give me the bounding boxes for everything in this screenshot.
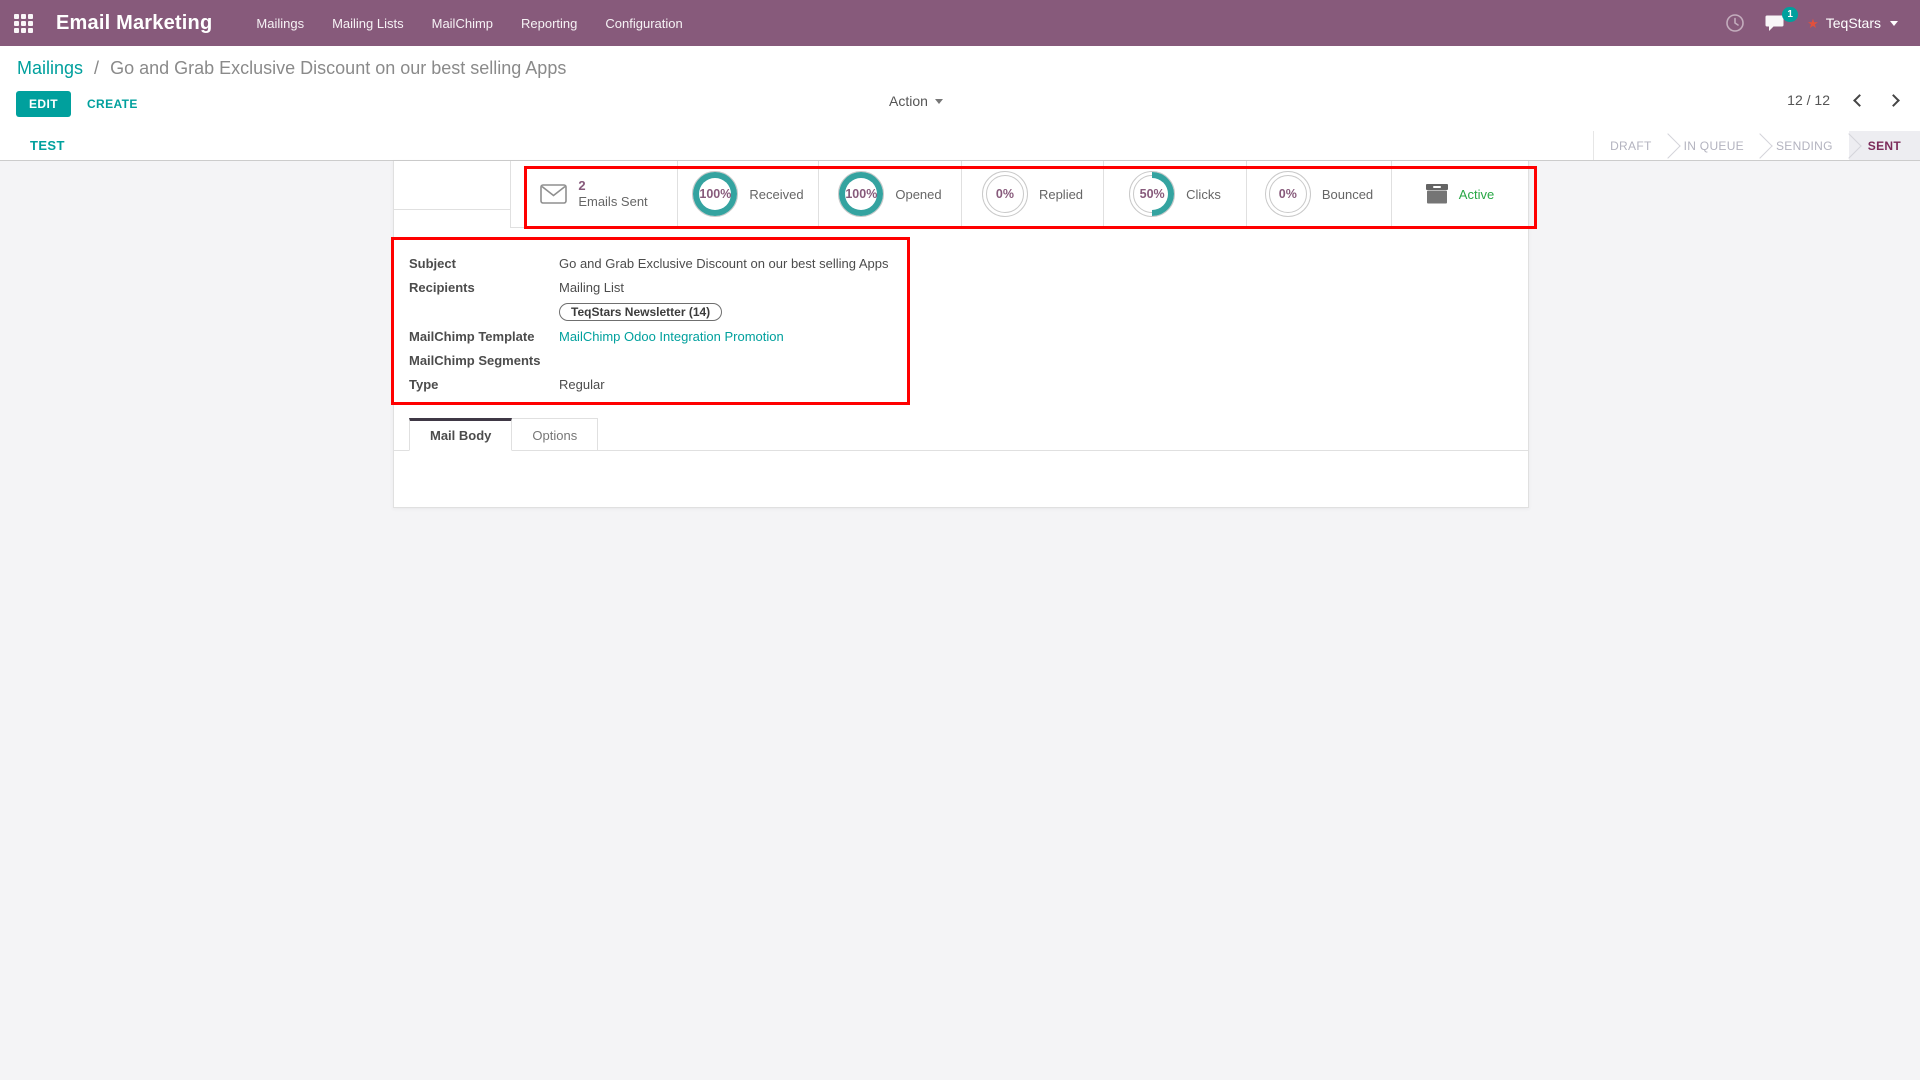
clicks-percent: 50% bbox=[1129, 171, 1175, 217]
field-row-recipients: Recipients Mailing List bbox=[409, 275, 1109, 299]
bounced-percent: 0% bbox=[1265, 171, 1311, 217]
user-menu[interactable]: ★ TeqStars bbox=[1807, 15, 1898, 31]
pager-previous-icon[interactable] bbox=[1853, 94, 1866, 107]
control-panel: Mailings / Go and Grab Exclusive Discoun… bbox=[0, 46, 1920, 131]
edit-button[interactable]: EDIT bbox=[16, 91, 71, 117]
messages-icon[interactable]: 1 bbox=[1765, 14, 1787, 33]
subject-value: Go and Grab Exclusive Discount on our be… bbox=[559, 256, 889, 271]
opened-label: Opened bbox=[895, 187, 941, 202]
tab-mail-body[interactable]: Mail Body bbox=[409, 418, 512, 451]
envelope-icon bbox=[540, 184, 567, 204]
recipients-label: Recipients bbox=[409, 280, 559, 295]
action-dropdown[interactable]: Action bbox=[889, 93, 943, 109]
active-label: Active bbox=[1459, 187, 1494, 202]
menu-item-configuration[interactable]: Configuration bbox=[591, 0, 696, 46]
app-title[interactable]: Email Marketing bbox=[56, 12, 212, 35]
activities-clock-icon[interactable] bbox=[1725, 13, 1745, 33]
stat-opened-button[interactable]: 100% Opened bbox=[818, 161, 961, 227]
mailing-list-tag: TeqStars Newsletter (14) bbox=[559, 303, 722, 321]
field-row-mailchimp-template: MailChimp Template MailChimp Odoo Integr… bbox=[409, 324, 1109, 348]
form-sheet: 2 Emails Sent 100% Received 100% Opened bbox=[393, 161, 1529, 508]
breadcrumb-current: Go and Grab Exclusive Discount on our be… bbox=[110, 58, 566, 78]
message-count-badge: 1 bbox=[1782, 7, 1798, 22]
received-percent: 100% bbox=[692, 171, 738, 217]
pager: 12 / 12 bbox=[1787, 92, 1898, 108]
replied-label: Replied bbox=[1039, 187, 1083, 202]
emails-sent-value: 2 bbox=[578, 178, 647, 194]
type-value: Regular bbox=[559, 377, 605, 392]
pager-value: 12 / 12 bbox=[1787, 92, 1830, 108]
action-label: Action bbox=[889, 93, 928, 109]
recipients-value: Mailing List bbox=[559, 280, 624, 295]
replied-percent: 0% bbox=[982, 171, 1028, 217]
stat-clicks-button[interactable]: 50% Clicks bbox=[1103, 161, 1246, 227]
control-buttons-row: EDIT CREATE Action 12 / 12 bbox=[0, 87, 1920, 127]
stat-emails-sent-button[interactable]: 2 Emails Sent bbox=[510, 161, 677, 227]
bounced-label: Bounced bbox=[1322, 187, 1373, 202]
received-label: Received bbox=[749, 187, 803, 202]
stat-bounced-button[interactable]: 0% Bounced bbox=[1246, 161, 1391, 227]
type-label: Type bbox=[409, 377, 559, 392]
received-progress-ring: 100% bbox=[692, 171, 738, 217]
field-row-subject: Subject Go and Grab Exclusive Discount o… bbox=[409, 251, 1109, 275]
mailchimp-template-label: MailChimp Template bbox=[409, 329, 559, 344]
statusbar: TEST DRAFT IN QUEUE SENDING SENT bbox=[0, 131, 1920, 161]
mailchimp-segments-label: MailChimp Segments bbox=[409, 353, 559, 368]
apps-menu-button[interactable] bbox=[0, 0, 46, 46]
field-row-mailing-list-tag: TeqStars Newsletter (14) bbox=[409, 299, 1109, 324]
bounced-progress-ring: 0% bbox=[1265, 171, 1311, 217]
clicks-progress-ring: 50% bbox=[1129, 171, 1175, 217]
field-row-mailchimp-segments: MailChimp Segments bbox=[409, 348, 1109, 372]
active-archive-button[interactable]: Active bbox=[1391, 161, 1528, 227]
emails-sent-label: Emails Sent bbox=[578, 194, 647, 210]
stat-buttons-row: 2 Emails Sent 100% Received 100% Opened bbox=[510, 161, 1529, 228]
apps-grid-icon bbox=[14, 14, 33, 33]
breadcrumb-separator: / bbox=[94, 58, 99, 78]
test-button[interactable]: TEST bbox=[30, 138, 65, 153]
stat-replied-button[interactable]: 0% Replied bbox=[961, 161, 1103, 227]
field-row-type: Type Regular bbox=[409, 372, 1109, 396]
menu-item-mailing-lists[interactable]: Mailing Lists bbox=[318, 0, 418, 46]
menu-item-mailchimp[interactable]: MailChimp bbox=[418, 0, 507, 46]
top-navbar: Email Marketing Mailings Mailing Lists M… bbox=[0, 0, 1920, 46]
mailchimp-template-link[interactable]: MailChimp Odoo Integration Promotion bbox=[559, 329, 784, 344]
main-menu: Mailings Mailing Lists MailChimp Reporti… bbox=[242, 0, 696, 46]
buttonbox-spacer bbox=[394, 161, 510, 210]
notebook-tabs: Mail Body Options bbox=[394, 417, 1528, 451]
pager-next-icon[interactable] bbox=[1887, 94, 1900, 107]
create-button[interactable]: CREATE bbox=[87, 97, 138, 111]
form-view-background: 2 Emails Sent 100% Received 100% Opened bbox=[0, 161, 1920, 1080]
chevron-down-icon bbox=[1890, 21, 1898, 26]
tab-options[interactable]: Options bbox=[512, 418, 598, 451]
form-fields: Subject Go and Grab Exclusive Discount o… bbox=[409, 251, 1109, 396]
opened-percent: 100% bbox=[838, 171, 884, 217]
user-avatar-icon: ★ bbox=[1807, 17, 1819, 30]
clicks-label: Clicks bbox=[1186, 187, 1221, 202]
menu-item-mailings[interactable]: Mailings bbox=[242, 0, 318, 46]
breadcrumb-mailings-link[interactable]: Mailings bbox=[17, 58, 83, 78]
opened-progress-ring: 100% bbox=[838, 171, 884, 217]
user-name: TeqStars bbox=[1826, 15, 1881, 31]
topbar-right: 1 ★ TeqStars bbox=[1725, 13, 1920, 33]
chevron-down-icon bbox=[935, 99, 943, 104]
menu-item-reporting[interactable]: Reporting bbox=[507, 0, 591, 46]
replied-progress-ring: 0% bbox=[982, 171, 1028, 217]
status-stages: DRAFT IN QUEUE SENDING SENT bbox=[1593, 131, 1920, 160]
stat-received-button[interactable]: 100% Received bbox=[677, 161, 818, 227]
breadcrumb: Mailings / Go and Grab Exclusive Discoun… bbox=[0, 46, 1920, 79]
subject-label: Subject bbox=[409, 256, 559, 271]
archive-box-icon bbox=[1426, 184, 1448, 204]
